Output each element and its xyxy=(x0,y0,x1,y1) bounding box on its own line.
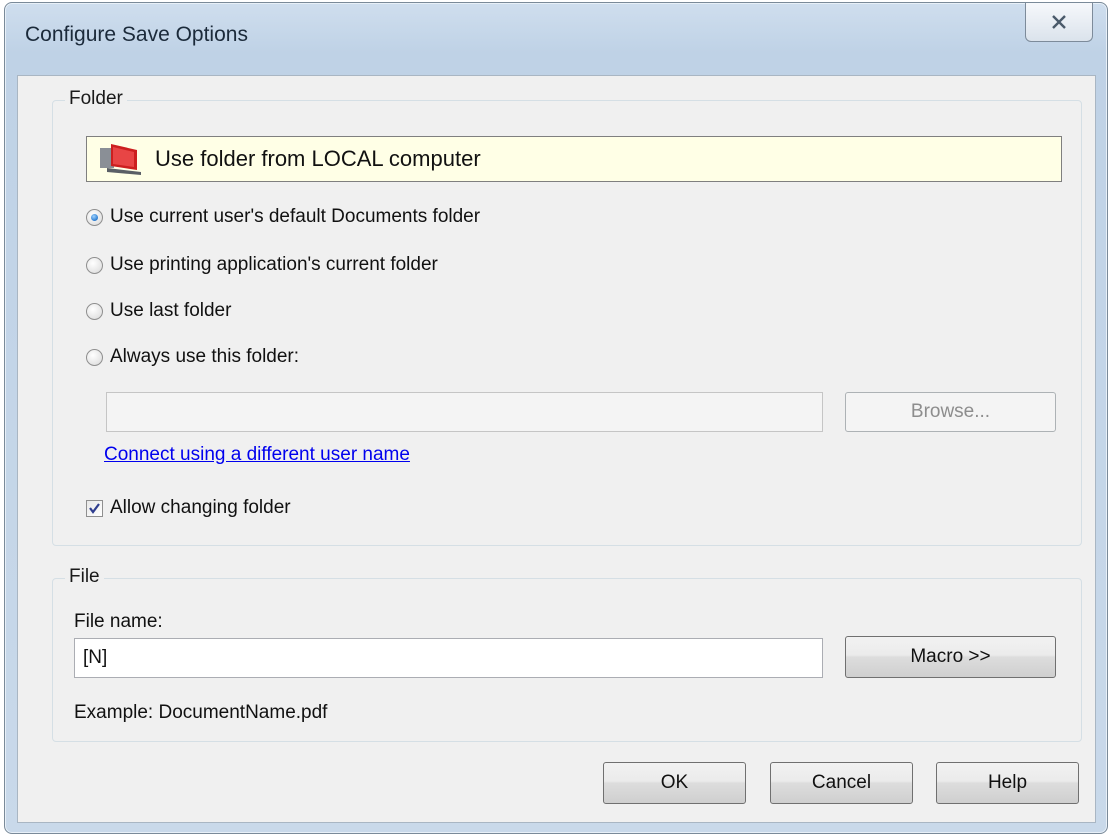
radio-button[interactable] xyxy=(86,302,103,320)
folder-group-label: Folder xyxy=(65,88,127,110)
file-group-label: File xyxy=(65,566,104,588)
radio-label: Use last folder xyxy=(110,300,232,321)
title-bar: Configure Save Options xyxy=(5,3,1107,75)
dialog-body: Folder Use folder from LOCAL computer Us… xyxy=(17,75,1096,823)
radio-always-folder[interactable]: Always use this folder: xyxy=(86,346,299,368)
folder-path-input[interactable] xyxy=(106,392,823,432)
radio-button[interactable] xyxy=(86,256,103,274)
close-button[interactable] xyxy=(1025,3,1093,42)
file-name-label: File name: xyxy=(74,611,163,632)
location-banner: Use folder from LOCAL computer xyxy=(86,136,1062,182)
radio-default-documents[interactable]: Use current user's default Documents fol… xyxy=(86,206,480,228)
radio-button[interactable] xyxy=(86,348,103,366)
allow-changing-label: Allow changing folder xyxy=(110,497,291,518)
macro-button[interactable]: Macro >> xyxy=(845,636,1056,678)
allow-changing-folder-checkbox-row[interactable]: Allow changing folder xyxy=(86,497,291,519)
browse-button[interactable]: Browse... xyxy=(845,392,1056,432)
close-icon xyxy=(1052,15,1066,29)
computer-icon xyxy=(100,144,141,175)
banner-text: Use folder from LOCAL computer xyxy=(155,146,481,171)
file-name-input[interactable] xyxy=(74,638,823,678)
connect-different-user-link[interactable]: Connect using a different user name xyxy=(104,444,410,466)
ok-button[interactable]: OK xyxy=(603,762,746,804)
cancel-button[interactable]: Cancel xyxy=(770,762,913,804)
allow-changing-checkbox[interactable] xyxy=(86,499,103,517)
dialog-window: Configure Save Options Folder Use folder… xyxy=(4,2,1108,834)
checkmark-icon xyxy=(89,502,100,514)
radio-button[interactable] xyxy=(86,208,103,226)
help-button[interactable]: Help xyxy=(936,762,1079,804)
radio-label: Always use this folder: xyxy=(110,346,300,367)
file-example-text: Example: DocumentName.pdf xyxy=(74,702,328,723)
radio-label: Use current user's default Documents fol… xyxy=(110,206,481,227)
radio-application-folder[interactable]: Use printing application's current folde… xyxy=(86,254,438,276)
window-title: Configure Save Options xyxy=(25,23,248,46)
radio-label: Use printing application's current folde… xyxy=(110,254,438,275)
radio-last-folder[interactable]: Use last folder xyxy=(86,300,231,322)
